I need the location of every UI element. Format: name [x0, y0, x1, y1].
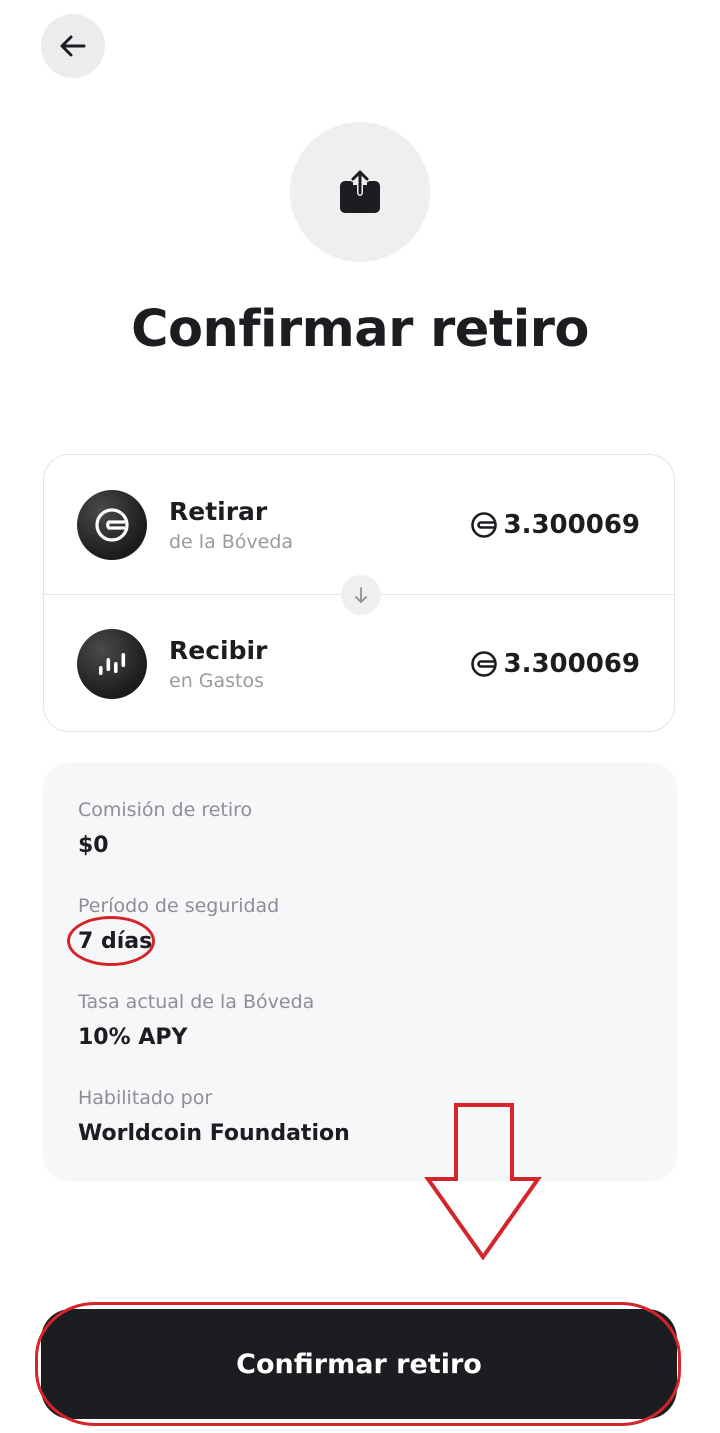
fee-label: Comisión de retiro	[78, 799, 253, 821]
vault-rate-label: Tasa actual de la Bóveda	[78, 991, 315, 1013]
receive-destination: en Gastos	[169, 669, 265, 692]
worldcoin-icon	[77, 489, 147, 560]
arrow-left-icon	[60, 35, 86, 57]
receive-amount-value: 3.300069	[503, 648, 640, 679]
withdraw-source: de la Bóveda	[169, 530, 294, 553]
back-button[interactable]	[41, 14, 105, 78]
enabled-by-detail: Habilitado por Worldcoin Foundation	[78, 1085, 350, 1149]
withdraw-amount-value: 3.300069	[503, 509, 640, 540]
enabled-by-value: Worldcoin Foundation	[78, 1121, 350, 1146]
withdraw-label: Retirar	[169, 496, 268, 526]
worldcoin-icon	[471, 511, 498, 538]
annotation-arrow-icon	[424, 1103, 542, 1261]
worldcoin-icon	[471, 650, 498, 677]
receive-row: Recibir en Gastos 3.300069	[44, 594, 674, 733]
vault-rate-detail: Tasa actual de la Bóveda 10% APY	[78, 989, 314, 1053]
enabled-by-label: Habilitado por	[78, 1087, 213, 1109]
vault-rate-value: 10% APY	[78, 1025, 188, 1050]
details-card: Comisión de retiro $0 Período de segurid…	[43, 763, 677, 1181]
fee-value: $0	[78, 833, 109, 858]
export-tray-icon	[340, 169, 380, 213]
receive-label: Recibir	[169, 635, 268, 665]
annotation-circle	[67, 916, 155, 966]
withdraw-amount: 3.300069	[470, 510, 640, 540]
receive-amount: 3.300069	[470, 649, 640, 679]
page-title: Confirmar retiro	[131, 300, 589, 359]
hero-icon-circle	[290, 122, 430, 262]
bar-chart-icon	[77, 628, 147, 699]
transfer-summary-card: Retirar de la Bóveda 3.300069 Recibir en…	[43, 454, 675, 732]
annotation-button-outline	[35, 1302, 681, 1426]
withdraw-row: Retirar de la Bóveda 3.300069	[44, 455, 674, 594]
fee-detail: Comisión de retiro $0	[78, 797, 252, 861]
